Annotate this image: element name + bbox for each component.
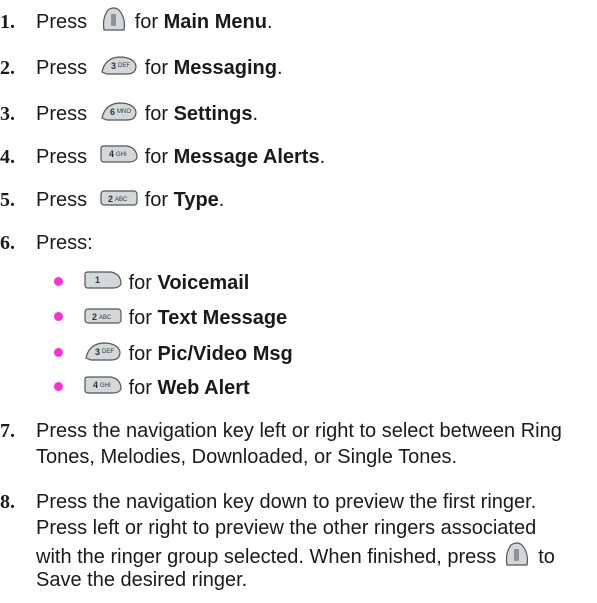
2-abc-key-icon: 2 ABC: [83, 306, 123, 332]
step-3: 3. Press 6 MNO for Settings.: [0, 100, 258, 129]
step-8: 8. Press the navigation key down to previ…: [0, 491, 537, 513]
svg-text:6: 6: [110, 107, 115, 117]
step-7: 7. Press the navigation key left or right…: [0, 420, 562, 442]
svg-text:MNO: MNO: [117, 109, 131, 115]
4-ghi-key-icon: 4 GHI: [99, 144, 139, 171]
instruction-page: 1. Press for Main Menu. 2. Press 3 DEF for …: [0, 0, 597, 603]
svg-text:1: 1: [95, 275, 100, 285]
menu-target: Main Menu: [163, 10, 267, 33]
svg-text:4: 4: [109, 149, 114, 159]
bullet-dot: [54, 382, 63, 392]
step-5: 5. Press 2 ABC for Type.: [0, 187, 224, 214]
svg-text:4: 4: [93, 380, 98, 390]
step-1: 1. Press for Main Menu.: [0, 6, 273, 39]
bullet-item-text-message: 2 ABC for Text Message: [54, 305, 287, 332]
svg-text:DEF: DEF: [102, 349, 114, 355]
bullet-dot: [54, 348, 63, 357]
svg-text:ABC: ABC: [115, 197, 128, 203]
svg-text:ABC: ABC: [99, 315, 112, 321]
svg-text:2: 2: [92, 312, 97, 322]
3-def-key-icon: 3 DEF: [99, 54, 139, 83]
svg-text:2: 2: [108, 194, 113, 204]
1-key-icon: 1: [83, 270, 123, 297]
step-text: Press: [36, 10, 88, 33]
step-number: 1.: [0, 10, 15, 33]
3-def-key-icon: 3 DEF: [83, 340, 123, 369]
6-mno-key-icon: 6 MNO: [99, 100, 139, 129]
step-8-line-2: Press left or right to preview the other…: [36, 517, 537, 539]
bullet-item-voicemail: 1 for Voicemail: [54, 270, 249, 297]
bullet-item-web-alert: 4 GHI for Web Alert: [54, 375, 250, 402]
step-8-line-4: Save the desired ringer.: [36, 569, 248, 591]
step-4: 4. Press 4 GHI for Message Alerts.: [0, 144, 325, 171]
svg-text:DEF: DEF: [118, 63, 130, 69]
bullet-item-pic-video-msg: 3 DEF for Pic/Video Msg: [54, 340, 293, 369]
bullet-dot: [54, 312, 63, 322]
svg-text:3: 3: [95, 347, 100, 357]
2-abc-key-icon: 2 ABC: [99, 188, 139, 214]
menu-ok-key-icon: [99, 6, 129, 39]
step-7-continuation: Tones, Melodies, Downloaded, or Single T…: [36, 446, 457, 468]
svg-text:GHI: GHI: [116, 152, 127, 158]
step-2: 2. Press 3 DEF for Messaging.: [0, 54, 283, 83]
4-ghi-key-icon: 4 GHI: [83, 375, 123, 402]
bullet-dot: [54, 277, 63, 287]
svg-text:GHI: GHI: [100, 383, 111, 389]
step-6: 6. Press:: [0, 232, 93, 254]
svg-text:3: 3: [111, 61, 116, 71]
